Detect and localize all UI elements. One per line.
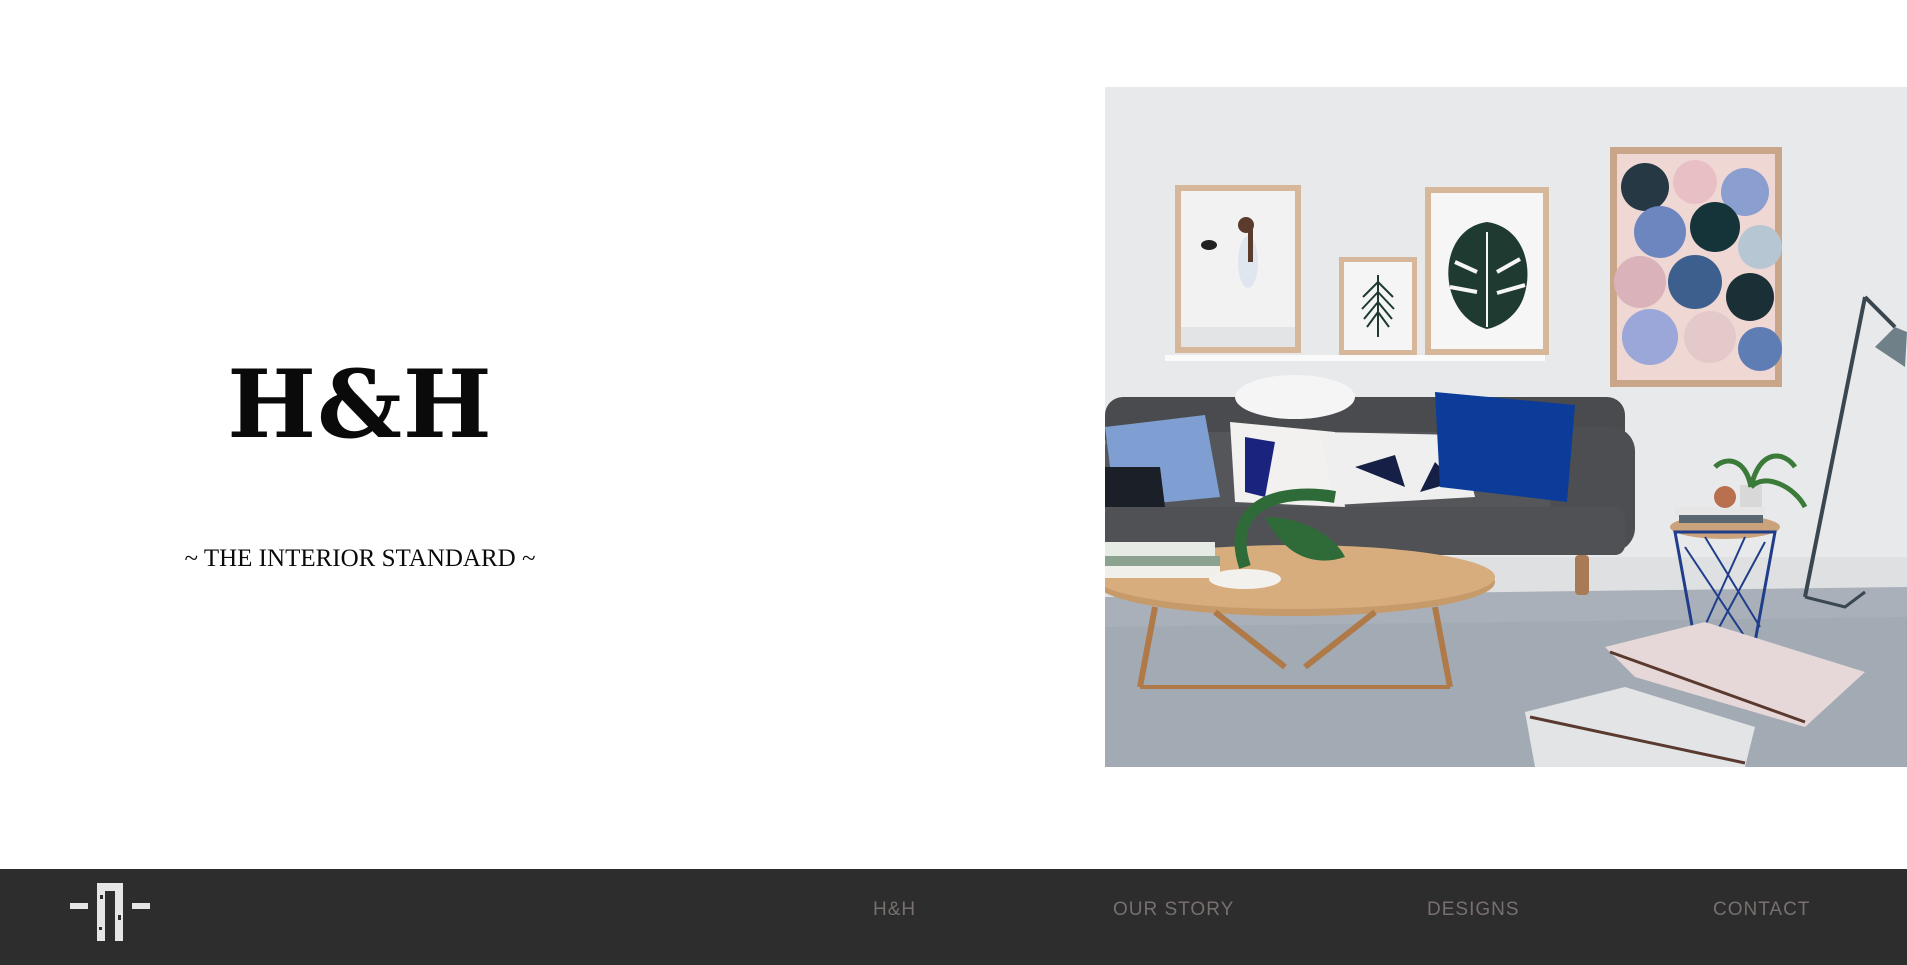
nav-link-contact[interactable]: CONTACT (1713, 899, 1810, 921)
footer: H&H OUR STORY DESIGNS CONTACT (0, 869, 1907, 965)
hero-image (1105, 87, 1907, 767)
nav-link-hh[interactable]: H&H (873, 899, 916, 921)
page: H&H ~ THE INTERIOR STANDARD ~ H&H OUR ST… (0, 0, 1907, 965)
nav-link-designs[interactable]: DESIGNS (1427, 899, 1520, 921)
hero-tagline: ~ THE INTERIOR STANDARD ~ (184, 545, 536, 572)
hero-title: H&H (227, 350, 493, 460)
nav-link-our-story[interactable]: OUR STORY (1113, 899, 1234, 921)
brand-logo-icon[interactable] (68, 875, 152, 947)
